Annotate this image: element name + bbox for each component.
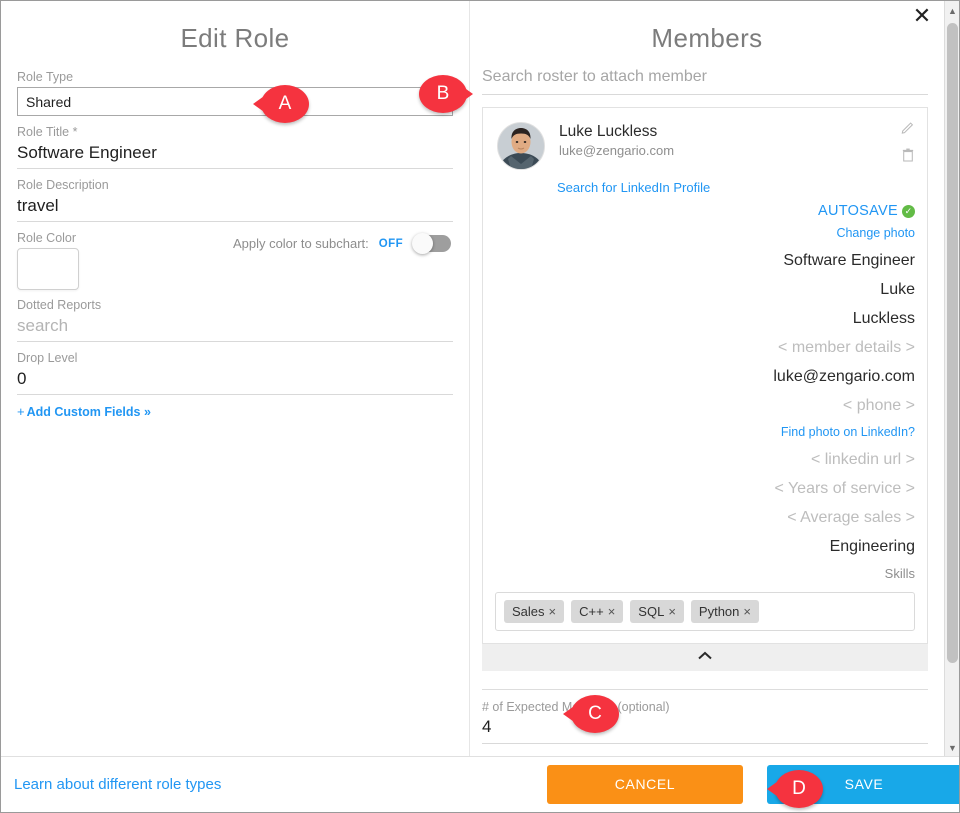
role-form: Role Type Shared Role Title * Software E… (1, 54, 469, 419)
members-title: Members (651, 23, 763, 53)
skill-tag[interactable]: C++ × (571, 600, 624, 623)
skill-tag-remove-icon[interactable]: × (743, 604, 751, 619)
apply-color-to-subchart: Apply color to subchart: OFF (232, 233, 451, 254)
role-type-input[interactable]: Shared (17, 87, 453, 116)
member-detail-row: Software Engineer (783, 252, 915, 269)
page-title: Edit Role (180, 23, 290, 53)
member-detail-row: < member details > (778, 339, 915, 356)
callout-marker-a: A (253, 85, 315, 123)
role-title-label: Role Title * (17, 125, 78, 139)
autosave-label: AUTOSAVE (817, 203, 898, 219)
vertical-scrollbar[interactable]: ▲ ▼ (944, 1, 959, 758)
cancel-button[interactable]: CANCEL (547, 765, 743, 804)
skill-tag-label: C++ (579, 604, 604, 619)
callout-marker-b: B (411, 75, 473, 113)
delete-trash-icon[interactable] (899, 148, 917, 167)
avatar (497, 122, 545, 170)
toggle-knob (412, 233, 433, 254)
member-detail-row: < phone > (842, 397, 915, 414)
role-title-input[interactable]: Software Engineer (17, 142, 453, 169)
drop-level-label: Drop Level (17, 351, 78, 365)
member-detail-row: Luke (880, 281, 915, 298)
member-detail-row: < Average sales > (787, 509, 915, 526)
skill-tag-label: Sales (512, 604, 545, 619)
member-detail-row: < linkedin url > (810, 451, 915, 468)
subchart-toggle-state: OFF (378, 237, 403, 250)
plus-icon: + (17, 404, 25, 419)
scrollbar-thumb[interactable] (947, 23, 958, 663)
skill-tag-remove-icon[interactable]: × (549, 604, 557, 619)
drop-level-input[interactable]: 0 (17, 368, 453, 395)
callout-marker-d: D (767, 770, 829, 808)
autosave-status: AUTOSAVE ✓ (483, 195, 927, 221)
skill-tag-label: SQL (638, 604, 665, 619)
role-type-field: Role Type Shared (17, 70, 453, 116)
chevron-up-icon (698, 651, 712, 660)
role-title-field: Role Title * Software Engineer (17, 125, 453, 169)
skill-tag[interactable]: SQL × (630, 600, 684, 623)
dotted-reports-input[interactable]: search (17, 315, 453, 342)
role-description-label: Role Description (17, 178, 109, 192)
member-detail-row: < Years of service > (774, 480, 915, 497)
member-detail-link[interactable]: Find photo on LinkedIn? (483, 420, 927, 445)
edit-role-dialog: ✕ ▲ ▼ Edit Role Role Type Shared Role Ti… (0, 0, 960, 813)
skill-tag[interactable]: Python × (690, 600, 759, 623)
member-card: Luke Luckless luke@zengario.com Search f… (482, 107, 928, 644)
skill-tag[interactable]: Sales × (504, 600, 565, 623)
callout-letter: B (436, 83, 450, 104)
drop-level-field: Drop Level 0 (17, 351, 453, 395)
skill-tag-remove-icon[interactable]: × (608, 604, 616, 619)
subchart-toggle-switch[interactable] (412, 233, 451, 254)
member-name: Luke Luckless (559, 123, 658, 140)
member-email: luke@zengario.com (559, 143, 675, 158)
expected-members-input[interactable]: 4 (482, 714, 928, 744)
search-linkedin-profile-link[interactable]: Search for LinkedIn Profile (557, 180, 927, 195)
skills-input[interactable]: Sales × C++ × SQL × Python × (495, 592, 915, 631)
members-panel: Members Search roster to attach member L… (469, 1, 944, 758)
scroll-up-arrow[interactable]: ▲ (945, 3, 959, 19)
add-custom-fields-label: Add Custom Fields » (26, 405, 151, 419)
change-photo-link[interactable]: Change photo (483, 221, 927, 246)
callout-letter: D (792, 778, 806, 799)
scroll-down-arrow[interactable]: ▼ (945, 740, 959, 756)
role-color-field: Role Color Apply color to subchart: OFF (17, 231, 453, 290)
expected-members-label: # of Expected Members (optional) (482, 700, 670, 714)
member-header: Luke Luckless luke@zengario.com (483, 108, 927, 170)
role-color-swatch[interactable] (17, 248, 79, 290)
member-identity: Luke Luckless luke@zengario.com (559, 122, 674, 160)
member-details-list: Software Engineer Luke Luckless < member de… (483, 246, 927, 587)
dialog-body: Edit Role Role Type Shared Role Title * … (1, 1, 944, 758)
callout-letter: A (278, 93, 292, 114)
expected-members-field: # of Expected Members (optional) 4 (482, 689, 928, 744)
skill-tag-remove-icon[interactable]: × (668, 604, 676, 619)
role-description-input[interactable]: travel (17, 195, 453, 222)
callout-letter: C (588, 703, 602, 724)
member-detail-row: luke@zengario.com (773, 368, 915, 385)
dotted-reports-label: Dotted Reports (17, 298, 102, 312)
member-detail-row: Engineering (829, 538, 915, 555)
role-description-field: Role Description travel (17, 178, 453, 222)
autosave-check-icon: ✓ (902, 205, 915, 218)
member-actions (899, 120, 917, 176)
subchart-toggle-label: Apply color to subchart: (232, 236, 369, 251)
role-type-label: Role Type (17, 70, 74, 84)
learn-role-types-link[interactable]: Learn about different role types (14, 776, 221, 793)
skill-tag-label: Python (698, 604, 740, 619)
edit-pencil-icon[interactable] (899, 120, 917, 139)
member-detail-row: Skills (884, 566, 915, 581)
search-roster-input[interactable]: Search roster to attach member (482, 68, 928, 95)
collapse-member-card-button[interactable] (482, 644, 928, 671)
add-custom-fields-link[interactable]: + Add Custom Fields » (17, 404, 453, 419)
avatar-photo (498, 123, 544, 169)
dotted-reports-field: Dotted Reports search (17, 298, 453, 342)
edit-role-panel: Edit Role Role Type Shared Role Title * … (1, 1, 469, 758)
member-detail-row: Luckless (852, 310, 915, 327)
callout-marker-c: C (563, 695, 625, 733)
